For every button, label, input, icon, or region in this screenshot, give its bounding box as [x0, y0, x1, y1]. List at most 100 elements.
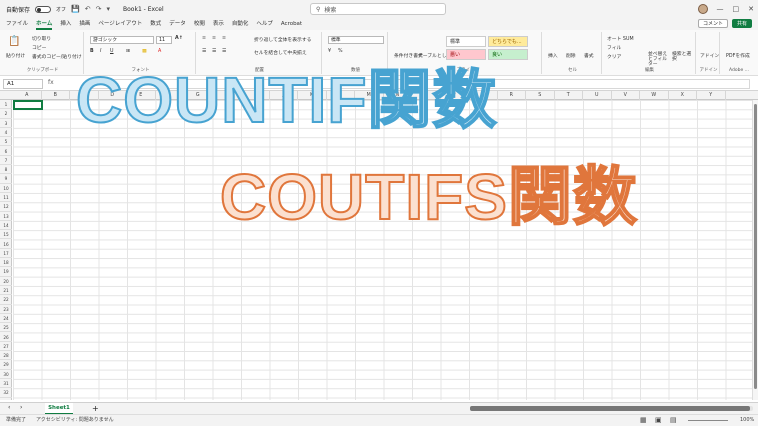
row-header[interactable]: 13	[0, 212, 12, 221]
addins-button[interactable]: アドイン	[700, 52, 719, 59]
row-header[interactable]: 25	[0, 323, 12, 333]
sheet-prev-icon[interactable]: ‹	[8, 404, 10, 411]
save-icon[interactable]: 💾	[71, 5, 80, 13]
merge-center-button[interactable]: セルを結合して中央揃え	[254, 49, 307, 56]
format-painter-button[interactable]: 書式のコピー/貼り付け	[32, 53, 82, 60]
border-icon[interactable]: ⊞	[126, 49, 130, 54]
horizontal-scrollbar[interactable]	[470, 406, 753, 411]
row-header[interactable]: 21	[0, 286, 12, 296]
column-header[interactable]: U	[583, 91, 612, 100]
align-left-icon[interactable]: ☰	[202, 49, 206, 54]
underline-icon[interactable]: U	[110, 49, 114, 54]
add-sheet-button[interactable]: +	[92, 403, 99, 414]
vertical-scroll-thumb[interactable]	[754, 104, 757, 389]
autosave-toggle[interactable]	[35, 5, 52, 13]
tab-home[interactable]: ホーム	[36, 18, 53, 30]
row-header[interactable]: 17	[0, 249, 12, 259]
fill-button[interactable]: フィル	[607, 44, 621, 51]
tab-review[interactable]: 校閲	[194, 18, 205, 30]
wrap-text-button[interactable]: 折り返して全体を表示する	[254, 36, 311, 43]
row-header[interactable]: 9	[0, 174, 12, 184]
maximize-icon[interactable]: □	[733, 5, 740, 13]
clear-button[interactable]: クリア	[607, 53, 621, 60]
fill-color-icon[interactable]: ▩	[142, 49, 147, 54]
style-good[interactable]: 良い	[488, 49, 528, 60]
paste-icon[interactable]: 📋	[8, 36, 20, 47]
tab-insert[interactable]: 挿入	[60, 18, 71, 30]
undo-icon[interactable]: ↶	[85, 5, 91, 13]
autosum-button[interactable]: オート SUM	[607, 35, 634, 42]
align-center-icon[interactable]: ☰	[212, 49, 216, 54]
row-header[interactable]: 28	[0, 351, 12, 361]
row-header[interactable]: 8	[0, 165, 12, 175]
row-header[interactable]: 31	[0, 379, 12, 389]
share-button[interactable]: 共有	[731, 19, 752, 28]
redo-icon[interactable]: ↷	[96, 5, 102, 13]
align-middle-icon[interactable]: ≡	[212, 36, 216, 41]
tab-draw[interactable]: 描画	[79, 18, 90, 30]
copy-button[interactable]: コピー	[32, 44, 46, 51]
zoom-slider[interactable]	[688, 420, 728, 421]
font-name-select[interactable]: 游ゴシック	[90, 36, 154, 44]
align-right-icon[interactable]: ☰	[222, 49, 226, 54]
fx-icon[interactable]: fx	[48, 79, 54, 86]
row-header[interactable]: 26	[0, 333, 12, 342]
tab-help[interactable]: ヘルプ	[256, 18, 273, 30]
format-button[interactable]: 書式	[584, 52, 594, 59]
align-bottom-icon[interactable]: ≡	[222, 36, 226, 41]
tab-acrobat[interactable]: Acrobat	[281, 18, 302, 30]
tab-page-layout[interactable]: ページレイアウト	[98, 18, 142, 30]
style-normal[interactable]: 標準	[446, 36, 486, 47]
style-neutral[interactable]: どちらでも...	[488, 36, 528, 47]
row-header[interactable]: 22	[0, 295, 12, 305]
row-header[interactable]: 12	[0, 202, 12, 212]
row-header[interactable]: 18	[0, 258, 12, 268]
sort-filter-button[interactable]: 並べ替えとフィルター	[648, 52, 670, 67]
create-pdf-button[interactable]: PDFを作成	[726, 52, 750, 59]
vertical-scrollbar[interactable]	[752, 100, 758, 400]
paste-button[interactable]: 貼り付け	[6, 52, 25, 59]
active-cell-a1[interactable]	[13, 100, 43, 110]
row-header[interactable]: 3	[0, 119, 12, 128]
row-header[interactable]: 29	[0, 360, 12, 370]
row-header[interactable]: 6	[0, 147, 12, 156]
row-header[interactable]: 10	[0, 184, 12, 193]
font-size-select[interactable]: 11	[156, 36, 172, 44]
column-header[interactable]: R	[498, 91, 526, 100]
row-header[interactable]: 7	[0, 156, 12, 166]
column-header[interactable]: Y	[697, 91, 726, 100]
row-header[interactable]: 5	[0, 137, 12, 147]
column-header[interactable]: T	[555, 91, 583, 100]
horizontal-scroll-thumb[interactable]	[470, 406, 750, 411]
row-header[interactable]: 30	[0, 370, 12, 379]
worksheet-grid[interactable]: ABCDEFGHIJKLMNOPQRSTUVWXY 1 2 3 4 5 6 7 8 9 10 11 1…	[0, 91, 758, 402]
row-header[interactable]: 23	[0, 305, 12, 314]
status-accessibility[interactable]: アクセシビリティ: 問題ありません	[36, 415, 114, 426]
user-avatar[interactable]	[697, 4, 708, 14]
column-header[interactable]: S	[526, 91, 555, 100]
customize-qat-icon[interactable]: ▾	[107, 5, 111, 13]
sheet-next-icon[interactable]: ›	[20, 404, 22, 411]
column-header[interactable]: V	[612, 91, 640, 100]
tab-data[interactable]: データ	[169, 18, 186, 30]
find-select-button[interactable]: 検索と選択	[672, 52, 692, 62]
tab-automate[interactable]: 自動化	[232, 18, 249, 30]
column-header[interactable]: X	[669, 91, 697, 100]
align-top-icon[interactable]: ≡	[202, 36, 206, 41]
row-header[interactable]: 16	[0, 240, 12, 249]
italic-icon[interactable]: I	[100, 49, 101, 54]
font-color-icon[interactable]: A	[158, 49, 161, 54]
percent-icon[interactable]: %	[338, 49, 343, 54]
row-header[interactable]: 4	[0, 128, 12, 138]
row-header[interactable]: 27	[0, 342, 12, 352]
delete-button[interactable]: 削除	[566, 52, 576, 59]
tab-formulas[interactable]: 数式	[150, 18, 161, 30]
row-header[interactable]: 20	[0, 277, 12, 286]
row-header[interactable]: 32	[0, 388, 12, 398]
number-format-select[interactable]: 標準	[328, 36, 384, 44]
row-header[interactable]: 19	[0, 267, 12, 277]
close-icon[interactable]: ✕	[748, 5, 754, 13]
tab-file[interactable]: ファイル	[6, 18, 28, 30]
cell-area[interactable]	[13, 100, 753, 400]
column-header[interactable]: W	[640, 91, 669, 100]
